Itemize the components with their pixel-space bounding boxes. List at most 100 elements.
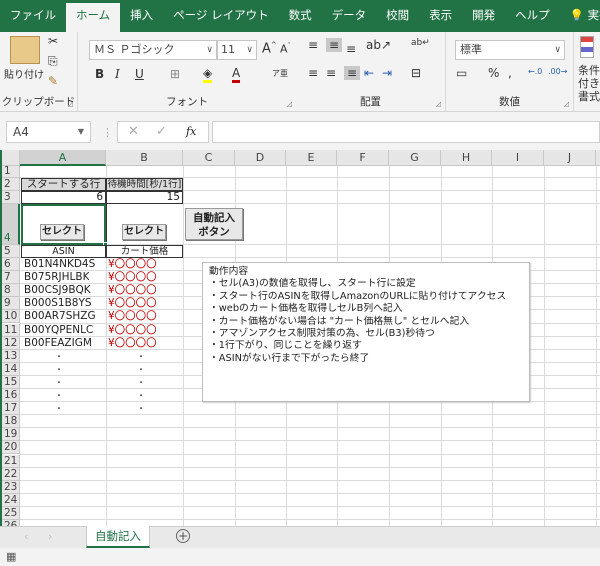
cell-b3[interactable]: 15	[106, 191, 183, 204]
name-box[interactable]: A4 ▼	[6, 121, 91, 143]
row-header-14[interactable]: 14	[0, 362, 20, 376]
column-header-c[interactable]: C	[183, 150, 235, 166]
cell-a3[interactable]: 6	[21, 191, 106, 204]
row-header-3[interactable]: 3	[0, 191, 20, 204]
cell-b2[interactable]: 待機時間[秒/1行]	[106, 178, 183, 191]
conditional-format-icon[interactable]	[580, 36, 594, 58]
column-header-e[interactable]: E	[286, 150, 337, 166]
select-all-corner[interactable]	[0, 150, 20, 166]
dialog-launcher-icon[interactable]: ◿	[287, 100, 292, 108]
dialog-launcher-icon[interactable]: ◿	[564, 100, 569, 108]
row-header-23[interactable]: 23	[0, 480, 20, 494]
percent-button[interactable]: %	[488, 66, 499, 80]
enter-icon[interactable]: ✓	[156, 124, 167, 139]
phonetic-icon[interactable]: ア亜	[272, 68, 288, 79]
row-header-18[interactable]: 18	[0, 415, 20, 429]
row-header-11[interactable]: 11	[0, 323, 20, 337]
tab-file[interactable]: ファイル	[0, 3, 66, 32]
column-header-g[interactable]: G	[389, 150, 441, 166]
tab-home[interactable]: ホーム	[66, 3, 121, 32]
row-header-12[interactable]: 12	[0, 336, 20, 350]
notes-textbox[interactable]: 動作内容 ・セル(A3)の数値を取得し、スタート行に設定 ・スタート行のASIN…	[202, 262, 530, 402]
column-header-i[interactable]: I	[492, 150, 544, 166]
italic-button[interactable]: I	[115, 67, 120, 81]
select-button-a[interactable]: セレクト	[40, 224, 84, 240]
paste-icon[interactable]	[10, 36, 40, 64]
align-right-icon[interactable]: ≡	[344, 66, 360, 80]
asin-cell[interactable]: B00YQPENLC	[24, 324, 93, 337]
price-cell[interactable]: ¥〇〇〇〇	[108, 297, 157, 310]
column-header-d[interactable]: D	[235, 150, 286, 166]
increase-decimal-icon[interactable]: ←.0	[528, 67, 542, 76]
asin-cell[interactable]: B00FEAZIGM	[24, 337, 92, 350]
underline-button[interactable]: U	[135, 67, 144, 81]
column-header-f[interactable]: F	[337, 150, 389, 166]
align-bottom-icon[interactable]: ≡	[346, 42, 356, 56]
tab-help[interactable]: ヘルプ	[505, 3, 560, 32]
row-header-2[interactable]: 2	[0, 178, 20, 191]
row-header-20[interactable]: 20	[0, 441, 20, 455]
price-cell[interactable]: ¥〇〇〇〇	[108, 324, 157, 337]
cut-icon[interactable]: ✂	[48, 34, 58, 48]
row-header-10[interactable]: 10	[0, 310, 20, 324]
comma-button[interactable]: ,	[508, 66, 512, 80]
select-button-b[interactable]: セレクト	[122, 224, 166, 240]
scroll-left-icon[interactable]: ‹	[24, 530, 28, 543]
asin-cell[interactable]: B075RJHLBK	[24, 271, 89, 284]
tab-data[interactable]: データ	[322, 3, 377, 32]
row-header-1[interactable]: 1	[0, 165, 20, 178]
align-center-icon[interactable]: ≡	[326, 66, 336, 80]
insert-function-icon[interactable]: fx	[186, 125, 196, 138]
sheet-tab-auto-fill[interactable]: 自動記入	[86, 526, 150, 548]
macro-record-icon[interactable]: ▦	[6, 550, 16, 563]
row-header-21[interactable]: 21	[0, 454, 20, 468]
column-header-a[interactable]: A	[20, 150, 106, 166]
cell-a2[interactable]: スタートする行	[21, 178, 106, 191]
font-size-select[interactable]: 11 ∨	[217, 40, 257, 60]
increase-indent-icon[interactable]: ⇥	[382, 66, 392, 80]
align-middle-icon[interactable]: ≡	[326, 38, 342, 52]
asin-cell[interactable]: B000S1B8YS	[24, 297, 92, 310]
currency-format-icon[interactable]: ▭	[456, 66, 467, 80]
worksheet-grid[interactable]: A B C D E F G H I J 1 2 3 4 5 6 7 8 9 10 11 12 13 14 1…	[0, 150, 600, 526]
copy-icon[interactable]: ⎘	[48, 54, 58, 69]
auto-fill-button[interactable]: 自動記入 ボタン	[185, 208, 243, 240]
tab-developer[interactable]: 開発	[462, 3, 505, 32]
format-painter-icon[interactable]: ✎	[48, 74, 58, 88]
price-cell[interactable]: ¥〇〇〇〇	[108, 310, 157, 323]
drag-handle-icon[interactable]: ⋮	[102, 126, 113, 139]
scroll-right-icon[interactable]: ›	[48, 530, 52, 543]
price-cell[interactable]: ¥〇〇〇〇	[108, 258, 157, 271]
column-header-k[interactable]	[596, 150, 600, 166]
paste-button[interactable]: 貼り付け	[4, 66, 44, 81]
merge-center-icon[interactable]: ⊟	[411, 66, 421, 80]
column-header-j[interactable]: J	[544, 150, 596, 166]
orientation-icon[interactable]: ab↗	[366, 38, 391, 52]
row-header-13[interactable]: 13	[0, 349, 20, 363]
tab-insert[interactable]: 挿入	[120, 3, 163, 32]
font-name-select[interactable]: ＭＳ Ｐゴシック ∨	[89, 40, 217, 60]
dialog-launcher-icon[interactable]: ◿	[436, 100, 441, 108]
fill-color-icon[interactable]: ◈	[203, 66, 213, 83]
decrease-decimal-icon[interactable]: .00→	[548, 67, 567, 76]
cancel-icon[interactable]: ✕	[128, 124, 139, 139]
row-header-4[interactable]: 4	[0, 204, 20, 245]
align-top-icon[interactable]: ≡	[308, 38, 318, 52]
asin-cell[interactable]: B00CSJ9BQK	[24, 284, 91, 297]
wrap-text-icon[interactable]: ab↵	[411, 38, 430, 48]
align-left-icon[interactable]: ≡	[308, 66, 318, 80]
tab-page-layout[interactable]: ページ レイアウト	[163, 3, 278, 32]
bold-button[interactable]: B	[95, 67, 104, 81]
price-cell[interactable]: ¥〇〇〇〇	[108, 337, 157, 350]
formula-input[interactable]	[212, 121, 600, 143]
tab-view[interactable]: 表示	[419, 3, 462, 32]
dialog-launcher-icon[interactable]: ◿	[68, 100, 73, 108]
conditional-format-button[interactable]: 条件付き書式	[578, 64, 600, 103]
asin-cell[interactable]: B01N4NKD4S	[24, 258, 95, 271]
tab-formulas[interactable]: 数式	[279, 3, 322, 32]
row-header-7[interactable]: 7	[0, 271, 20, 285]
font-color-icon[interactable]: A	[232, 66, 241, 83]
increase-font-icon[interactable]: A^	[262, 41, 277, 56]
cell-b5[interactable]: カート価格	[106, 245, 183, 258]
row-header-15[interactable]: 15	[0, 375, 20, 389]
